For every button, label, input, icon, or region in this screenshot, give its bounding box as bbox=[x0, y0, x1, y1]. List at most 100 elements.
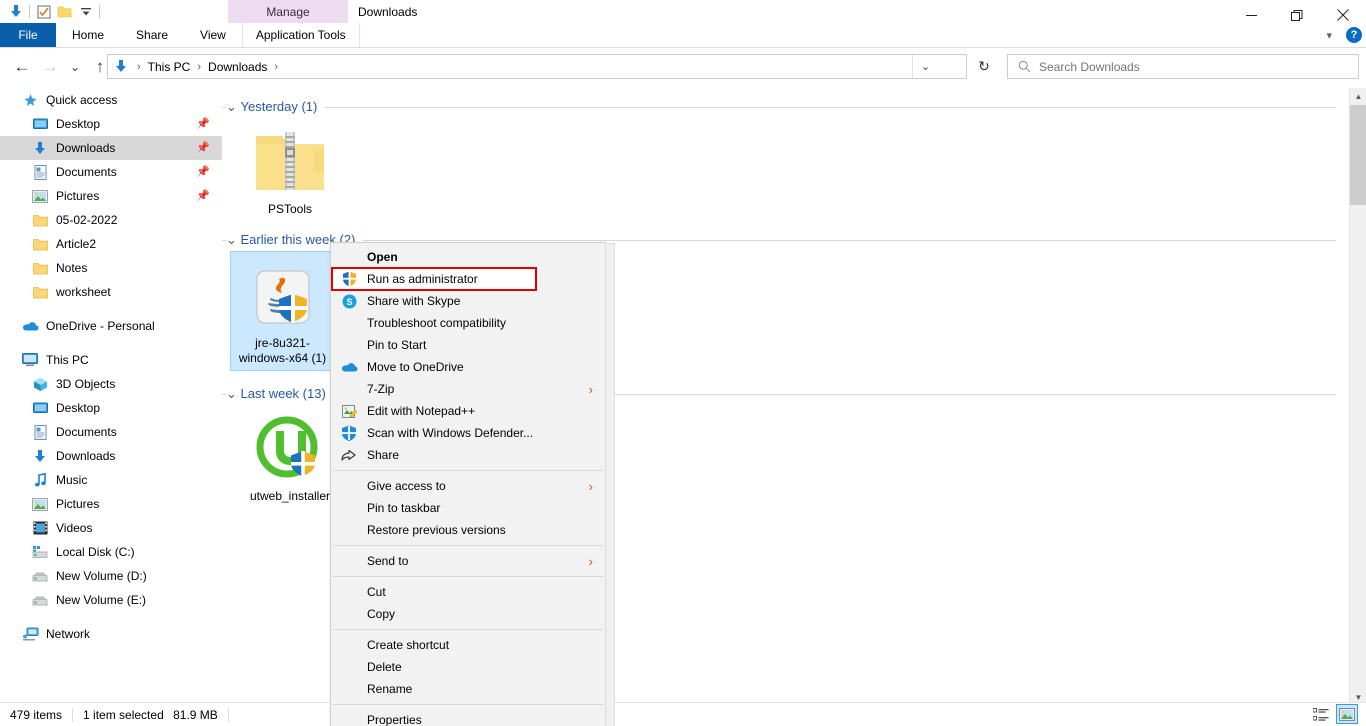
menu-item-run-as-administrator[interactable]: Run as administrator bbox=[331, 268, 605, 290]
menu-icon-placeholder bbox=[339, 605, 359, 623]
menu-item-open[interactable]: Open bbox=[331, 246, 605, 268]
scrollbar-thumb[interactable] bbox=[1350, 105, 1366, 205]
details-view-icon[interactable] bbox=[1310, 704, 1332, 724]
windows-defender-icon bbox=[339, 424, 359, 442]
navigation-pane[interactable]: Quick access Desktop 📌 Downloads 📌 Docum… bbox=[0, 88, 222, 706]
tab-share[interactable]: Share bbox=[120, 23, 184, 47]
sidebar-item-label: Documents bbox=[56, 425, 117, 439]
menu-item-scan-with-windows-defender[interactable]: Scan with Windows Defender... bbox=[331, 422, 605, 444]
sidebar-item-desktop-thispc[interactable]: Desktop bbox=[0, 396, 222, 420]
onedrive-cloud-icon bbox=[339, 358, 359, 376]
menu-item-edit-with-notepadpp[interactable]: Edit with Notepad++ bbox=[331, 400, 605, 422]
pin-icon[interactable]: 📌 bbox=[196, 141, 210, 154]
customize-dropdown-icon[interactable] bbox=[75, 1, 96, 22]
properties-icon[interactable] bbox=[33, 1, 54, 22]
breadcrumb-separator[interactable]: › bbox=[273, 61, 279, 73]
new-folder-icon[interactable] bbox=[54, 1, 75, 22]
sidebar-item-documents-thispc[interactable]: Documents bbox=[0, 420, 222, 444]
group-header-yesterday[interactable]: ⌄ Yesterday (1) bbox=[222, 96, 1344, 118]
menu-separator bbox=[333, 545, 603, 546]
search-box[interactable]: Search Downloads bbox=[1007, 54, 1359, 79]
pin-icon[interactable]: 📌 bbox=[196, 189, 210, 202]
menu-item-pin-to-start[interactable]: Pin to Start bbox=[331, 334, 605, 356]
tab-file[interactable]: File bbox=[0, 23, 56, 47]
sidebar-item-label: Pictures bbox=[56, 189, 100, 203]
menu-item-give-access-to[interactable]: Give access to › bbox=[331, 475, 605, 497]
sidebar-item-worksheet[interactable]: worksheet bbox=[0, 280, 222, 304]
menu-item-delete[interactable]: Delete bbox=[331, 656, 605, 678]
sidebar-item-article2[interactable]: Article2 bbox=[0, 232, 222, 256]
menu-item-label: Give access to bbox=[367, 479, 446, 493]
address-dropdown-icon[interactable]: ⌄ bbox=[912, 55, 938, 78]
refresh-button[interactable]: ↻ bbox=[970, 54, 998, 79]
sidebar-item-documents[interactable]: Documents 📌 bbox=[0, 160, 222, 184]
menu-icon-placeholder bbox=[339, 583, 359, 601]
file-tile-utweb-installer[interactable]: utweb_installer bbox=[238, 405, 342, 508]
menu-item-rename[interactable]: Rename bbox=[331, 678, 605, 700]
sidebar-item-local-disk-c[interactable]: Local Disk (C:) bbox=[0, 540, 222, 564]
menu-item-share[interactable]: Share bbox=[331, 444, 605, 466]
sidebar-item-network[interactable]: Network bbox=[0, 622, 222, 646]
back-button[interactable]: ← bbox=[8, 52, 36, 82]
sidebar-item-pictures[interactable]: Pictures 📌 bbox=[0, 184, 222, 208]
search-placeholder: Search Downloads bbox=[1039, 59, 1140, 74]
sidebar-item-notes[interactable]: Notes bbox=[0, 256, 222, 280]
menu-item-copy[interactable]: Copy bbox=[331, 603, 605, 625]
sidebar-item-label: Article2 bbox=[56, 237, 97, 251]
sidebar-item-new-volume-e[interactable]: New Volume (E:) bbox=[0, 588, 222, 612]
sidebar-item-05-02-2022[interactable]: 05-02-2022 bbox=[0, 208, 222, 232]
file-tile-pstools[interactable]: PSTools bbox=[238, 118, 342, 221]
pin-icon[interactable]: 📌 bbox=[196, 165, 210, 178]
recent-locations-button[interactable]: ⌄ bbox=[64, 52, 86, 82]
sidebar-item-music[interactable]: Music bbox=[0, 468, 222, 492]
menu-item-restore-previous-versions[interactable]: Restore previous versions bbox=[331, 519, 605, 541]
menu-item-cut[interactable]: Cut bbox=[331, 581, 605, 603]
group-collapse-chevron-icon[interactable]: ⌄ Yesterday (1) bbox=[226, 99, 326, 115]
menu-item-properties[interactable]: Properties bbox=[331, 709, 605, 726]
menu-item-create-shortcut[interactable]: Create shortcut bbox=[331, 634, 605, 656]
large-icons-view-icon[interactable] bbox=[1336, 704, 1358, 724]
pin-icon[interactable]: 📌 bbox=[196, 117, 210, 130]
breadcrumb-downloads[interactable]: Downloads bbox=[204, 60, 271, 74]
sidebar-item-videos[interactable]: Videos bbox=[0, 516, 222, 540]
address-breadcrumb-bar[interactable]: › This PC › Downloads › ⌄ bbox=[107, 54, 967, 79]
sidebar-item-onedrive[interactable]: OneDrive - Personal bbox=[0, 314, 222, 338]
forward-button[interactable]: → bbox=[36, 52, 64, 82]
sidebar-item-3d-objects[interactable]: 3D Objects bbox=[0, 372, 222, 396]
sidebar-item-downloads-thispc[interactable]: Downloads bbox=[0, 444, 222, 468]
breadcrumb-this-pc[interactable]: This PC bbox=[144, 60, 195, 74]
menu-icon-placeholder bbox=[339, 521, 359, 539]
tab-application-tools[interactable]: Application Tools bbox=[241, 23, 360, 47]
menu-item-pin-to-taskbar[interactable]: Pin to taskbar bbox=[331, 497, 605, 519]
menu-item-move-to-onedrive[interactable]: Move to OneDrive bbox=[331, 356, 605, 378]
group-collapse-chevron-icon[interactable]: ⌄ Last week (13) bbox=[226, 386, 334, 402]
tab-view[interactable]: View bbox=[184, 23, 242, 47]
sidebar-item-new-volume-d[interactable]: New Volume (D:) bbox=[0, 564, 222, 588]
sidebar-group-this-pc[interactable]: This PC bbox=[0, 348, 222, 372]
help-label: ? bbox=[1350, 29, 1358, 41]
group-header-label: Last week (13) bbox=[240, 386, 326, 401]
onedrive-cloud-icon bbox=[20, 318, 40, 334]
vertical-scrollbar[interactable]: ▲ ▼ bbox=[1349, 88, 1366, 706]
menu-item-troubleshoot-compatibility[interactable]: Troubleshoot compatibility bbox=[331, 312, 605, 334]
documents-icon bbox=[30, 424, 50, 440]
downloads-icon[interactable] bbox=[5, 1, 26, 22]
sidebar-item-pictures-thispc[interactable]: Pictures bbox=[0, 492, 222, 516]
context-menu-scrollbar[interactable] bbox=[605, 243, 615, 726]
help-icon[interactable]: ? bbox=[1346, 27, 1362, 43]
sidebar-item-desktop[interactable]: Desktop 📌 bbox=[0, 112, 222, 136]
scroll-up-button[interactable]: ▲ bbox=[1350, 88, 1366, 105]
menu-icon-placeholder bbox=[339, 658, 359, 676]
file-tile-jre-installer[interactable]: jre-8u321-windows-x64 (1) bbox=[230, 251, 335, 371]
menu-item-7-zip[interactable]: 7-Zip › bbox=[331, 378, 605, 400]
sidebar-group-quick-access[interactable]: Quick access bbox=[0, 88, 222, 112]
menu-item-share-with-skype[interactable]: S Share with Skype bbox=[331, 290, 605, 312]
sidebar-item-downloads[interactable]: Downloads 📌 bbox=[0, 136, 222, 160]
menu-item-send-to[interactable]: Send to › bbox=[331, 550, 605, 572]
context-menu[interactable]: Open Run as administrator S Share with S… bbox=[330, 242, 615, 726]
window-title-text: Downloads bbox=[358, 4, 418, 19]
sidebar-item-label: Desktop bbox=[56, 401, 101, 415]
chevron-down-icon[interactable]: ▾ bbox=[1320, 29, 1338, 42]
tab-home[interactable]: Home bbox=[56, 23, 120, 47]
